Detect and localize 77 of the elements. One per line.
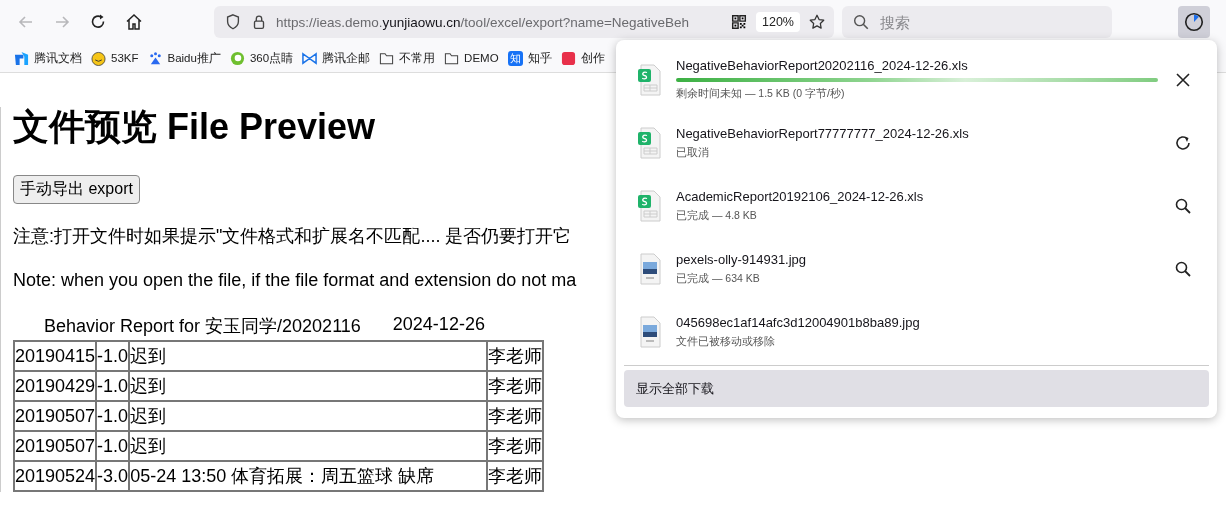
report-caption: Behavior Report for 安玉同学/20202116 <box>44 315 361 338</box>
table-cell: 迟到 <box>129 431 487 461</box>
note-text: 注意:打开文件时如果提示"文件格式和扩展名不匹配.... 是否仍要打开它 <box>13 225 572 248</box>
table-cell: 迟到 <box>129 401 487 431</box>
download-item[interactable]: 045698ec1af14afc3d12004901b8ba89.jpg 文件已被移动或移除 <box>624 300 1209 363</box>
qr-code-icon[interactable] <box>730 13 748 31</box>
table-cell: -3.0 <box>96 461 130 491</box>
bowtie-logo-icon <box>302 50 318 66</box>
table-cell: -1.0 <box>96 431 130 461</box>
table-cell: 迟到 <box>129 341 487 371</box>
file-name: pexels-olly-914931.jpg <box>676 251 808 267</box>
show-all-downloads-button[interactable]: 显示全部下载 <box>624 370 1209 407</box>
paw-icon <box>147 50 163 66</box>
table-cell: 迟到 <box>129 371 487 401</box>
download-status: 已取消 <box>676 145 710 160</box>
table-cell: -1.0 <box>96 371 130 401</box>
table-cell: 20190415 <box>14 341 97 371</box>
spreadsheet-file-icon <box>638 189 662 222</box>
download-status: 已完成 — 4.8 KB <box>676 208 758 223</box>
search-input[interactable]: 搜索 <box>878 12 1102 32</box>
table-cell: 20190507 <box>14 431 97 461</box>
file-name: NegativeBehaviorReport20202116_2024-12-26.xls <box>676 58 969 73</box>
zoom-level-badge[interactable]: 120% <box>756 12 800 32</box>
file-name: NegativeBehaviorReport77777777_2024-12-26.xls <box>676 125 970 141</box>
bookmark[interactable]: 不常用 <box>379 50 436 66</box>
file-name: 045698ec1af14afc3d12004901b8ba89.jpg <box>676 314 921 330</box>
table-cell: 20190507 <box>14 401 97 431</box>
image-file-icon <box>638 252 662 285</box>
table-cell: -1.0 <box>96 401 130 431</box>
smiley-icon <box>91 50 106 66</box>
export-button[interactable]: 手动导出 export <box>13 175 140 204</box>
table-cell: 李老师 <box>487 341 543 371</box>
table-cell: -1.0 <box>96 341 130 371</box>
search-icon <box>852 13 870 31</box>
bookmark[interactable]: 创作 <box>560 50 605 66</box>
table-cell: 李老师 <box>487 461 543 491</box>
table-cell: 李老师 <box>487 431 543 461</box>
bookmark[interactable]: 腾讯企邮 <box>302 50 371 66</box>
home-icon[interactable] <box>124 12 144 32</box>
bookmark[interactable]: Baidu推广 <box>147 50 221 66</box>
table-cell: 李老师 <box>487 401 543 431</box>
download-item[interactable]: NegativeBehaviorReport20202116_2024-12-26.xls 剩余时间未知 — 1.5 KB (0 字节/秒) <box>624 48 1209 111</box>
ring-logo-icon <box>229 50 245 66</box>
table-cell: 20190524 <box>14 461 97 491</box>
search-field[interactable]: 搜索 <box>842 6 1112 38</box>
table-cell: 05-24 13:50 体育拓展：周五篮球 缺席 <box>129 461 487 491</box>
table-cell: 李老师 <box>487 371 543 401</box>
bookmark[interactable]: DEMO <box>444 50 499 66</box>
bookmark[interactable]: 53KF <box>91 50 139 66</box>
image-file-icon <box>638 315 662 348</box>
download-status: 已完成 — 634 KB <box>676 271 761 286</box>
spreadsheet-file-icon <box>638 63 662 96</box>
url-text: https://ieas.demo.yunjiaowu.cn/tool/excel/export?name=NegativeBeh <box>276 14 691 30</box>
shield-icon[interactable] <box>224 13 242 31</box>
downloads-button[interactable] <box>1178 6 1210 38</box>
download-item[interactable]: pexels-olly-914931.jpg 已完成 — 634 KB <box>624 237 1209 300</box>
file-name: AcademicReport20192106_2024-12-26.xls <box>676 188 925 204</box>
folder-icon <box>379 50 395 66</box>
download-item[interactable]: AcademicReport20192106_2024-12-26.xls 已完成 — 4.8 KB <box>624 174 1209 237</box>
page-title: 文件预览 File Preview <box>13 107 376 147</box>
app-logo-icon <box>560 50 576 66</box>
star-icon[interactable] <box>808 13 826 31</box>
table-cell: 20190429 <box>14 371 97 401</box>
download-status: 文件已被移动或移除 <box>676 334 776 349</box>
app-logo-icon: 知 <box>507 50 523 66</box>
bookmark[interactable]: 腾讯文档 <box>14 50 82 66</box>
report-date: 2024-12-26 <box>392 314 485 336</box>
bookmark[interactable]: 360点睛 <box>229 50 294 66</box>
address-bar[interactable]: https://ieas.demo.yunjiaowu.cn/tool/excel/export?name=NegativeBeh 120% <box>214 6 834 38</box>
progress-circle-icon <box>1183 11 1205 33</box>
note-text: Note: when you open the file, if the file format and extension do not ma <box>13 269 577 292</box>
folder-icon <box>444 50 460 66</box>
download-item[interactable]: NegativeBehaviorReport77777777_2024-12-26.xls 已取消 <box>624 111 1209 174</box>
bookmark[interactable]: 知 知乎 <box>507 50 552 66</box>
download-status: 剩余时间未知 — 1.5 KB (0 字节/秒) <box>676 87 846 101</box>
spreadsheet-file-icon <box>638 126 662 159</box>
document-logo-icon <box>14 50 29 66</box>
